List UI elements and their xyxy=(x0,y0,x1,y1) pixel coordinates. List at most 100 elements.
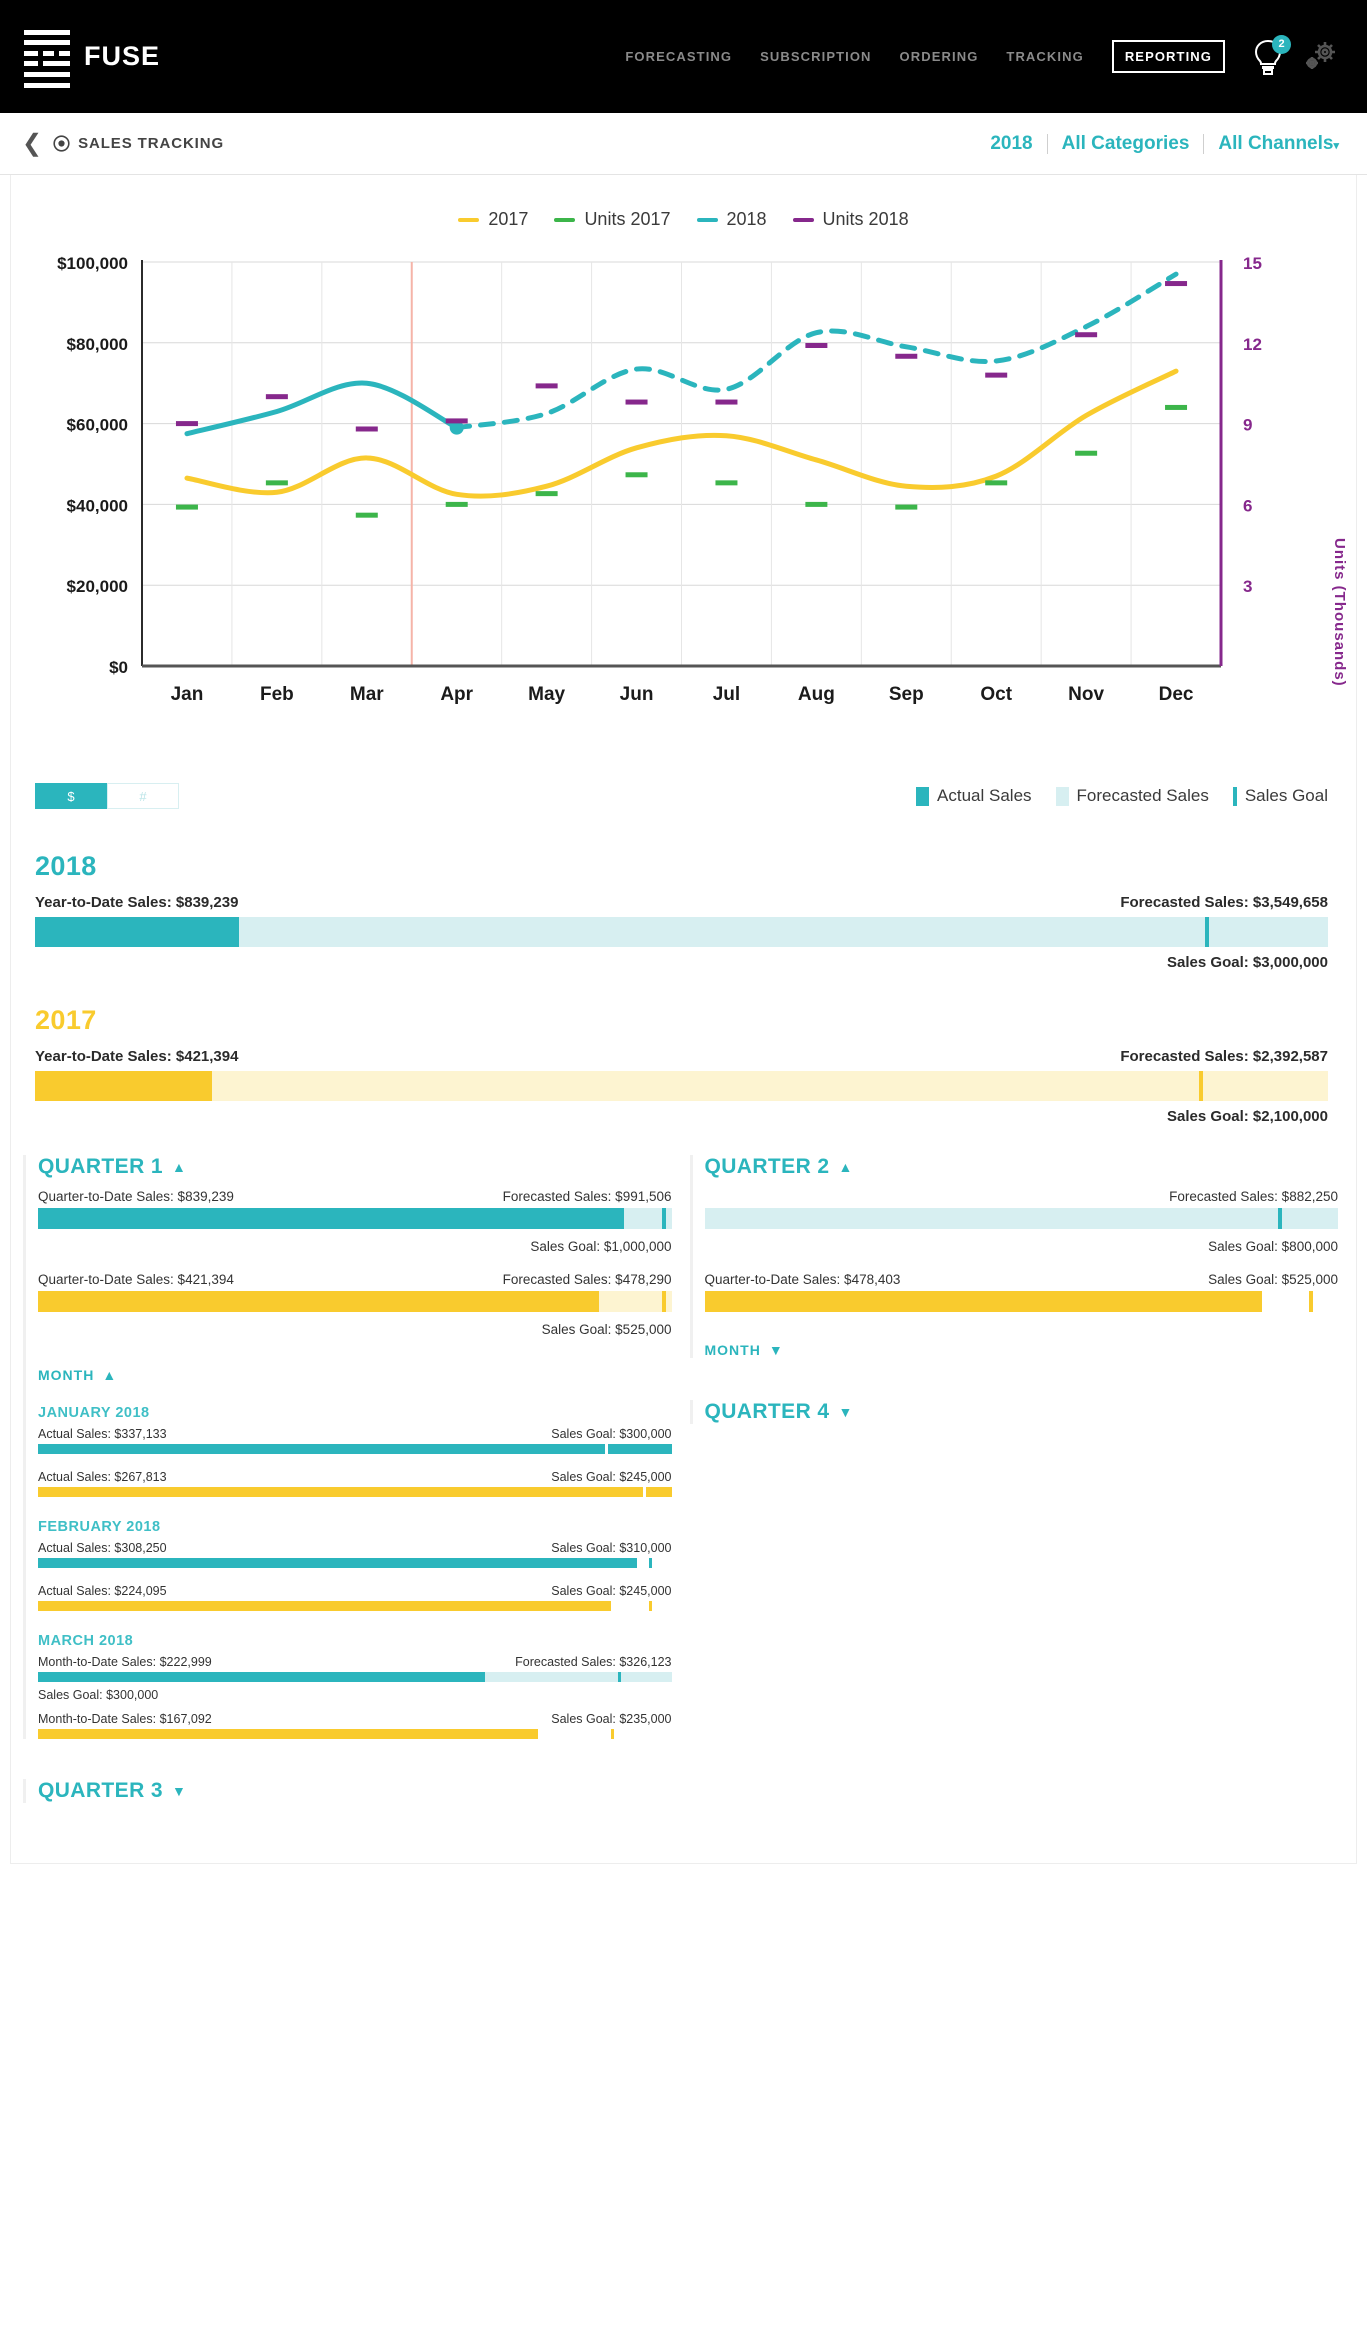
quarter-1-box: QUARTER 1 ▲ Quarter-to-Date Sales: $839,… xyxy=(23,1155,672,1739)
svg-text:Sep: Sep xyxy=(889,684,924,705)
feb-yellow-goal-label: Sales Goal: $245,000 xyxy=(551,1584,672,1598)
chart-footer: $ # Actual Sales Forecasted Sales Sales … xyxy=(11,769,1356,809)
legend-swatch-units-2017 xyxy=(554,217,576,222)
sales-tracking-chart[interactable]: $0 $20,000 $40,000 $60,000 $80,000 $100,000 3 6… xyxy=(11,238,1356,769)
q1-teal-labels: Quarter-to-Date Sales: $839,239 Forecast… xyxy=(38,1189,672,1204)
mar-teal-mtd-label: Month-to-Date Sales: $222,999 xyxy=(38,1655,212,1669)
filter-divider xyxy=(1203,133,1205,154)
q2-yellow-qtd-label: Quarter-to-Date Sales: $478,403 xyxy=(704,1272,901,1287)
legend-item-2017[interactable]: 2017 xyxy=(458,209,528,230)
filter-year[interactable]: 2018 xyxy=(990,133,1032,155)
toggle-dollars[interactable]: $ xyxy=(35,783,107,809)
back-chevron-icon[interactable]: ❮ xyxy=(22,131,42,156)
year-2017-goal-label: Sales Goal: $2,100,000 xyxy=(1167,1108,1328,1125)
nav-link-subscription[interactable]: SUBSCRIPTION xyxy=(760,49,871,64)
q1-teal-actual-fill xyxy=(38,1208,624,1229)
filter-categories[interactable]: All Categories xyxy=(1062,133,1190,155)
feb-yellow-goal-marker xyxy=(649,1601,653,1611)
year-2018-goal-marker xyxy=(1205,917,1210,947)
year-2018-goal-label: Sales Goal: $3,000,000 xyxy=(1167,954,1328,971)
feb-yellow-actual-label: Actual Sales: $224,095 xyxy=(38,1584,167,1598)
q1-yellow-goal-label: Sales Goal: $525,000 xyxy=(541,1322,672,1337)
chevron-down-icon: ▾ xyxy=(1333,139,1339,152)
q1-month-toggle[interactable]: MONTH ▲ xyxy=(38,1367,672,1383)
mar-teal-goal-marker xyxy=(617,1672,621,1682)
mar-teal-labels: Month-to-Date Sales: $222,999 Forecasted… xyxy=(38,1655,672,1669)
jan-yellow-actual-label: Actual Sales: $267,813 xyxy=(38,1470,167,1484)
filter-channels-label: All Channels xyxy=(1218,132,1334,154)
nav-link-reporting[interactable]: REPORTING xyxy=(1111,40,1225,73)
jan-teal-goal-marker xyxy=(604,1444,608,1454)
quarter-3-header[interactable]: QUARTER 3 ▼ xyxy=(38,1779,672,1803)
q1-yellow-labels: Quarter-to-Date Sales: $421,394 Forecast… xyxy=(38,1272,672,1287)
quarter-4-header[interactable]: QUARTER 4 ▼ xyxy=(705,1400,1339,1424)
chevron-up-icon: ▲ xyxy=(102,1367,118,1383)
forecasted-sales-label: Forecasted Sales xyxy=(1076,786,1209,805)
filter-group: 2018 All Categories All Channels▾ xyxy=(990,133,1339,155)
year-2018-labels: Year-to-Date Sales: $839,239 Forecasted … xyxy=(35,894,1328,911)
q1-month-toggle-label: MONTH xyxy=(38,1367,95,1383)
svg-text:$20,000: $20,000 xyxy=(67,577,128,596)
q2-yellow-goal-label: Sales Goal: $525,000 xyxy=(1208,1272,1338,1287)
q2-teal-goal-marker xyxy=(1277,1208,1282,1229)
feb-teal-labels: Actual Sales: $308,250 Sales Goal: $310,… xyxy=(38,1541,672,1555)
nav-link-ordering[interactable]: ORDERING xyxy=(900,49,979,64)
mar-teal-actual-fill xyxy=(38,1672,485,1682)
forecasted-sales-swatch xyxy=(1055,786,1069,806)
svg-text:Aug: Aug xyxy=(798,684,835,705)
q2-teal-goal-row: Sales Goal: $800,000 xyxy=(705,1239,1338,1254)
year-summary-2017: 2017 Year-to-Date Sales: $421,394 Foreca… xyxy=(11,971,1356,1125)
year-heading-2018: 2018 xyxy=(35,851,97,881)
feb-teal-bar xyxy=(38,1558,672,1568)
q2-yellow-goal-marker xyxy=(1309,1291,1314,1312)
svg-text:9: 9 xyxy=(1243,416,1252,435)
target-icon xyxy=(53,135,70,152)
chevron-down-icon: ▼ xyxy=(838,1404,853,1420)
filter-channels[interactable]: All Channels▾ xyxy=(1218,133,1339,155)
year-2017-forecast-fill xyxy=(35,1071,1328,1101)
legend-label-units-2018: Units 2018 xyxy=(822,209,909,229)
gears-icon[interactable] xyxy=(1301,39,1339,75)
svg-text:3: 3 xyxy=(1243,577,1252,596)
quarter-2-header[interactable]: QUARTER 2 ▲ xyxy=(705,1155,1339,1179)
chevron-down-icon: ▼ xyxy=(768,1342,784,1358)
sales-goal-label: Sales Goal xyxy=(1244,786,1328,805)
quarters-row-2: QUARTER 3 ▼ xyxy=(11,1739,1356,1853)
top-navigation-bar: FUSE FORECASTING SUBSCRIPTION ORDERING T… xyxy=(0,0,1367,113)
lightbulb-icon[interactable]: 2 xyxy=(1251,34,1291,77)
q1-teal-goal-marker xyxy=(661,1208,666,1229)
q1-yellow-goal-marker xyxy=(661,1291,666,1312)
foot-legend-forecasted-sales: Forecasted Sales xyxy=(1055,786,1209,806)
mar-teal-goal-label: Sales Goal: $300,000 xyxy=(38,1688,159,1702)
mar-yellow-actual-fill xyxy=(38,1729,539,1739)
quarters-row-1: QUARTER 1 ▲ Quarter-to-Date Sales: $839,… xyxy=(11,1125,1356,1739)
quarter-3-spacer xyxy=(690,1779,1339,1803)
legend-item-units-2018[interactable]: Units 2018 xyxy=(792,209,909,230)
year-summary-2018: 2018 Year-to-Date Sales: $839,239 Foreca… xyxy=(11,809,1356,971)
mar-yellow-labels: Month-to-Date Sales: $167,092 Sales Goal… xyxy=(38,1712,672,1726)
feb-yellow-labels: Actual Sales: $224,095 Sales Goal: $245,… xyxy=(38,1584,672,1598)
svg-text:$100,000: $100,000 xyxy=(57,254,128,273)
q1-yellow-qtd-label: Quarter-to-Date Sales: $421,394 xyxy=(38,1272,234,1287)
jan-yellow-actual-fill xyxy=(38,1487,672,1497)
year-2018-forecast-label: Forecasted Sales: $3,549,658 xyxy=(1120,894,1328,911)
legend-item-2018[interactable]: 2018 xyxy=(696,209,767,230)
quarter-1-header[interactable]: QUARTER 1 ▲ xyxy=(38,1155,672,1179)
page-title: SALES TRACKING xyxy=(78,135,225,152)
svg-text:$40,000: $40,000 xyxy=(67,496,128,515)
chart-canvas: $0 $20,000 $40,000 $60,000 $80,000 $100,000 3 6… xyxy=(57,254,1262,705)
q2-month-toggle[interactable]: MONTH ▼ xyxy=(705,1342,1339,1358)
year-heading-2017: 2017 xyxy=(35,1005,97,1035)
toggle-units[interactable]: # xyxy=(107,783,179,809)
year-2017-labels: Year-to-Date Sales: $421,394 Forecasted … xyxy=(35,1048,1328,1065)
feb-yellow-bar xyxy=(38,1601,672,1611)
svg-text:Nov: Nov xyxy=(1068,684,1104,705)
nav-link-tracking[interactable]: TRACKING xyxy=(1006,49,1083,64)
actual-sales-swatch xyxy=(916,786,930,806)
svg-text:Jan: Jan xyxy=(171,684,204,705)
nav-link-forecasting[interactable]: FORECASTING xyxy=(625,49,732,64)
brand-logo[interactable]: FUSE xyxy=(24,26,160,88)
quarter-2-column: QUARTER 2 ▲ Forecasted Sales: $882,250 S… xyxy=(689,1155,1339,1739)
legend-item-units-2017[interactable]: Units 2017 xyxy=(554,209,671,230)
quarter-1-title: QUARTER 1 xyxy=(38,1155,163,1178)
